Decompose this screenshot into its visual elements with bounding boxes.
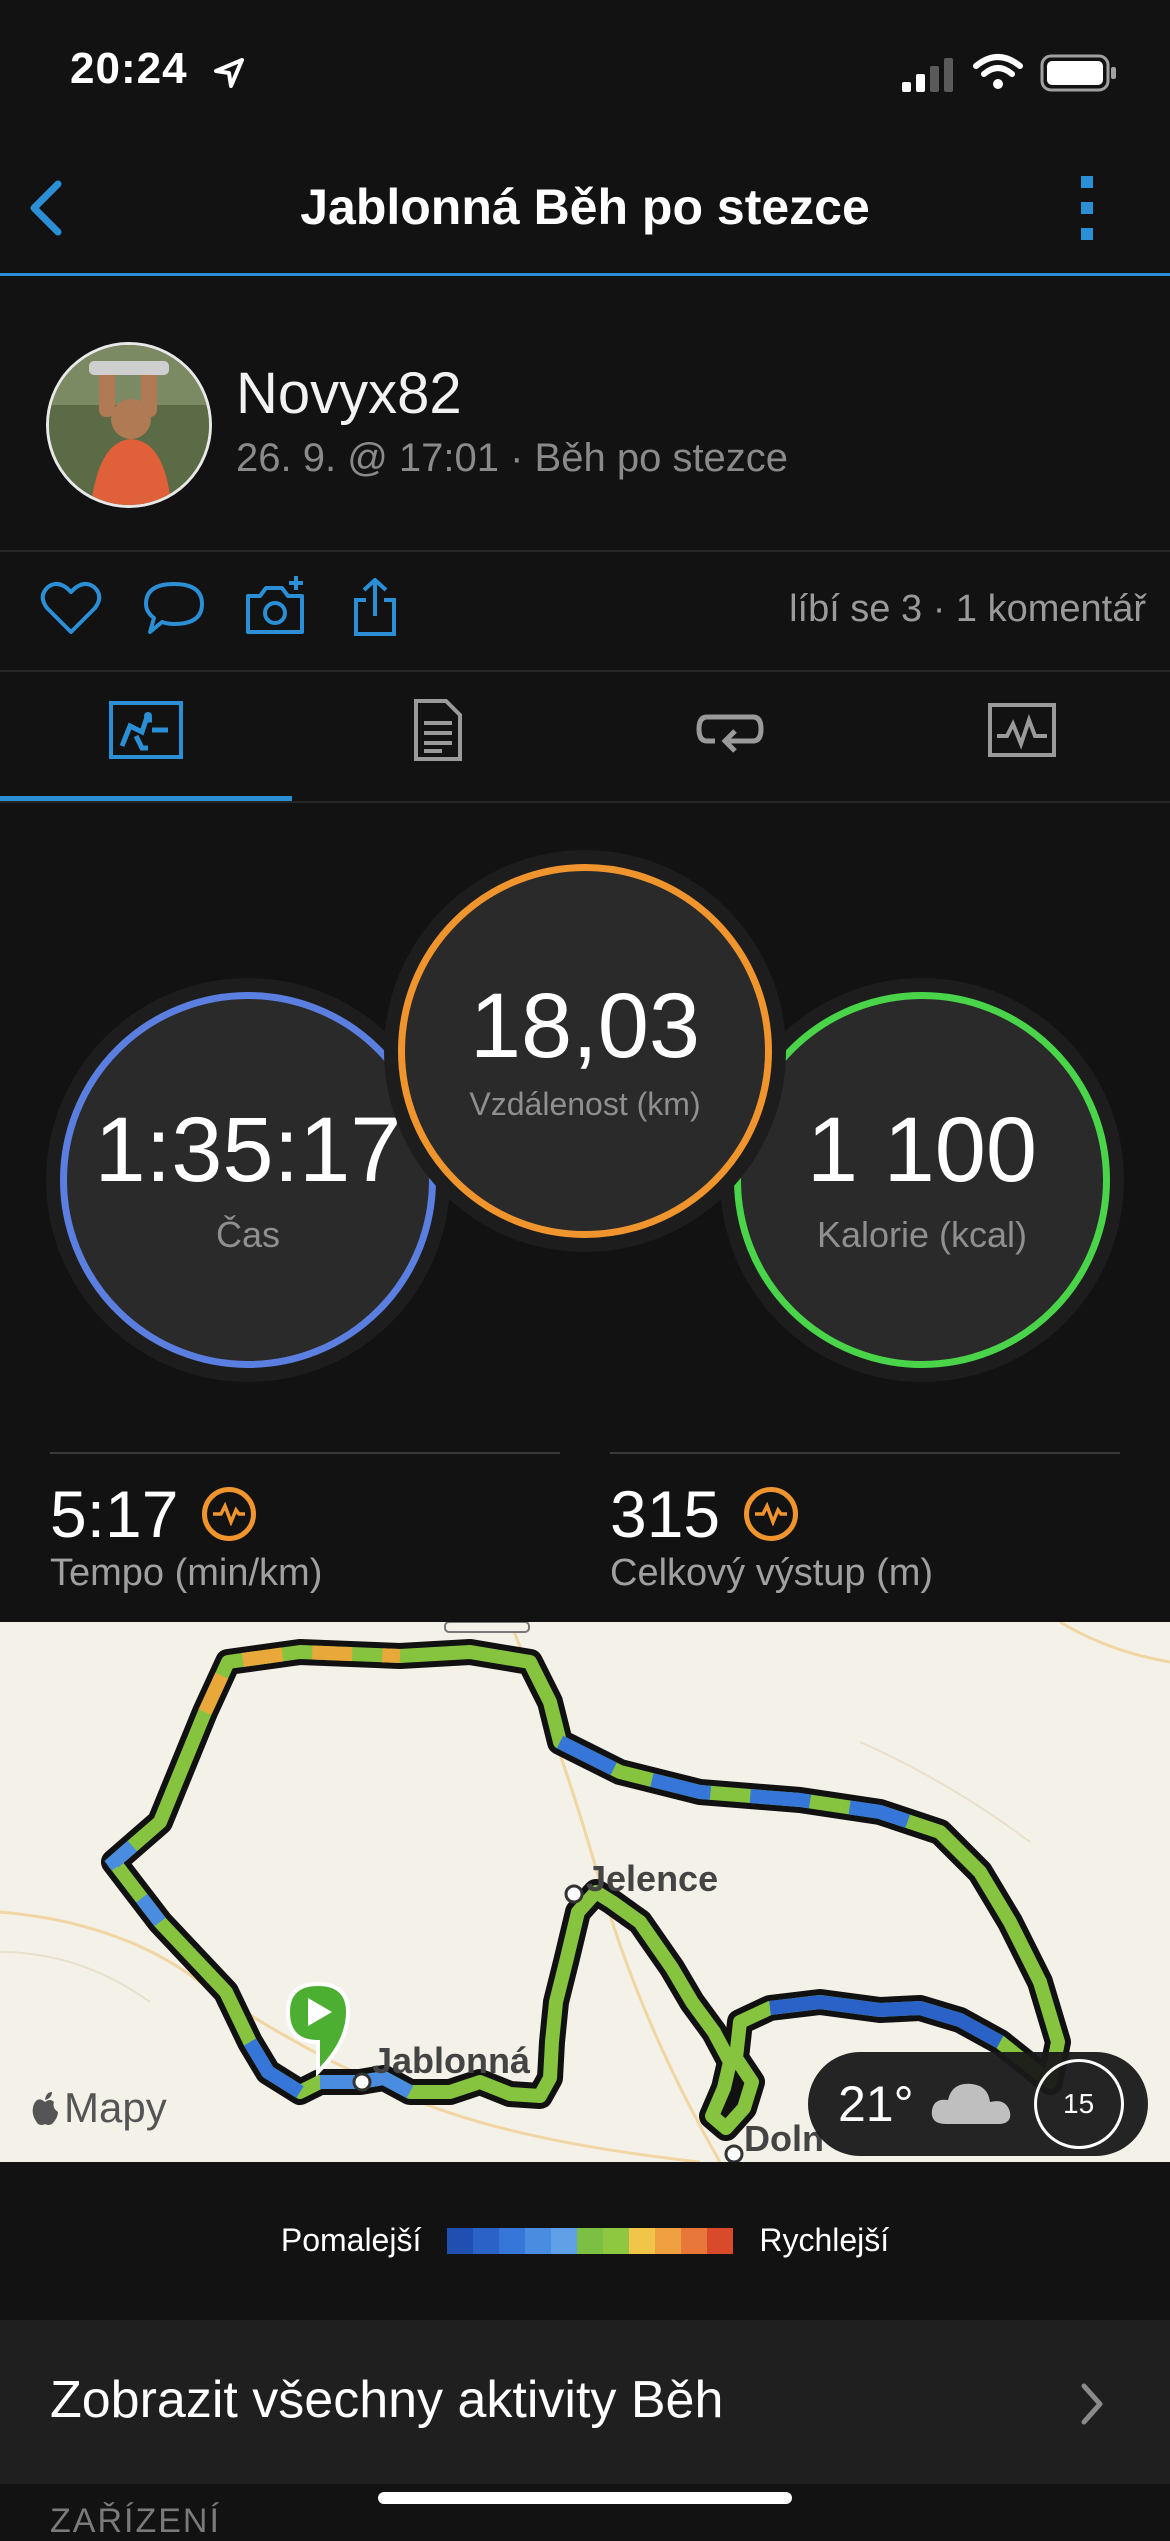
avatar[interactable]	[46, 342, 212, 508]
time-value: 1:35:17	[94, 1099, 402, 1201]
nav-divider	[0, 273, 1170, 276]
page-title: Jablonná Běh po stezce	[300, 179, 870, 235]
tab-laps[interactable]	[584, 660, 876, 800]
weather-temperature: 21°	[838, 2076, 914, 2132]
time-label: Čas	[215, 1214, 281, 1255]
legend-faster-label: Rychlejší	[759, 2222, 890, 2258]
divider	[610, 1452, 1120, 1454]
calories-circle: 1 100 Kalorie (kcal)	[734, 992, 1110, 1368]
legend-color-bar	[447, 2227, 734, 2254]
legend-swatch	[525, 2227, 552, 2254]
divider	[0, 550, 1170, 552]
stats-chart-icon	[109, 701, 183, 759]
pace-value: 5:17	[50, 1477, 179, 1551]
legend-slower-label: Pomalejší	[280, 2222, 422, 2258]
view-all-activities-label[interactable]: Zobrazit všechny aktivity Běh	[50, 2370, 723, 2430]
chevron-right-icon[interactable]	[1078, 2382, 1106, 2426]
legend-swatch	[473, 2227, 500, 2254]
activity-subtitle: 26. 9. @ 17:01 · Běh po stezce	[236, 436, 789, 480]
location-arrow-icon	[214, 58, 244, 88]
legend-swatch	[577, 2227, 604, 2254]
heart-rate-zone-icon	[202, 1487, 257, 1541]
wind-speed: 15	[1063, 2088, 1095, 2119]
place-label-jelence: Jelence	[586, 1858, 719, 1899]
ascent-label: Celkový výstup (m)	[610, 1552, 934, 1594]
comment-icon[interactable]	[142, 580, 206, 636]
social-counts[interactable]: líbí se 3 · 1 komentář	[789, 588, 1146, 631]
distance-value: 18,03	[469, 974, 701, 1077]
cloud-icon	[931, 2083, 1010, 2124]
heart-rate-zone-icon	[744, 1487, 799, 1541]
weather-badge[interactable]: 21° 15	[808, 2052, 1148, 2156]
legend-swatch	[499, 2227, 526, 2254]
distance-label: Vzdálenost (km)	[469, 1085, 701, 1122]
tab-graphs[interactable]	[876, 660, 1168, 800]
legend-swatch	[655, 2227, 682, 2254]
time-circle: 1:35:17 Čas	[60, 992, 436, 1368]
tab-stats[interactable]	[0, 660, 292, 800]
legend-swatch	[681, 2227, 708, 2254]
calories-value: 1 100	[806, 1099, 1038, 1201]
maps-attribution-label: Mapy	[64, 2084, 167, 2131]
status-time: 20:24	[70, 44, 188, 93]
place-label-jablonna: Jablonná	[372, 2040, 531, 2081]
distance-circle: 18,03 Vzdálenost (km)	[398, 864, 772, 1238]
username[interactable]: Novyx82	[236, 360, 462, 427]
legend-swatch	[551, 2227, 578, 2254]
pace-label: Tempo (min/km)	[50, 1552, 323, 1594]
legend-swatch	[707, 2227, 734, 2254]
legend-swatch	[629, 2227, 656, 2254]
apple-logo-icon	[32, 2092, 58, 2125]
legend-swatch	[447, 2227, 474, 2254]
divider	[50, 1452, 560, 1454]
section-label-device: ZAŘÍZENÍ	[50, 2502, 221, 2540]
ascent-value: 315	[610, 1477, 721, 1551]
ascent-stat: 315	[610, 1476, 799, 1552]
add-photo-icon[interactable]	[244, 574, 308, 638]
share-icon[interactable]	[350, 576, 400, 638]
maps-attribution: Mapy	[30, 2084, 167, 2132]
signal-icon	[902, 58, 953, 92]
legend-swatch	[603, 2227, 630, 2254]
laps-icon	[696, 714, 764, 753]
more-vertical-icon[interactable]	[1072, 172, 1102, 244]
battery-icon	[1040, 54, 1116, 92]
route-map[interactable]: Jelence Jablonná Doln Mapy 21° 15	[0, 1622, 1170, 2162]
divider	[0, 801, 1170, 803]
home-indicator[interactable]	[378, 2492, 792, 2504]
speed-legend: Pomalejší Rychlejší	[0, 2222, 1170, 2259]
calories-label: Kalorie (kcal)	[816, 1214, 1028, 1255]
details-document-icon	[414, 699, 462, 761]
tab-details[interactable]	[292, 660, 584, 800]
graphs-icon	[988, 703, 1056, 757]
heart-icon[interactable]	[40, 580, 102, 636]
pace-stat: 5:17	[50, 1476, 257, 1552]
wifi-icon	[973, 54, 1023, 89]
wind-indicator: 15	[1033, 2059, 1124, 2149]
